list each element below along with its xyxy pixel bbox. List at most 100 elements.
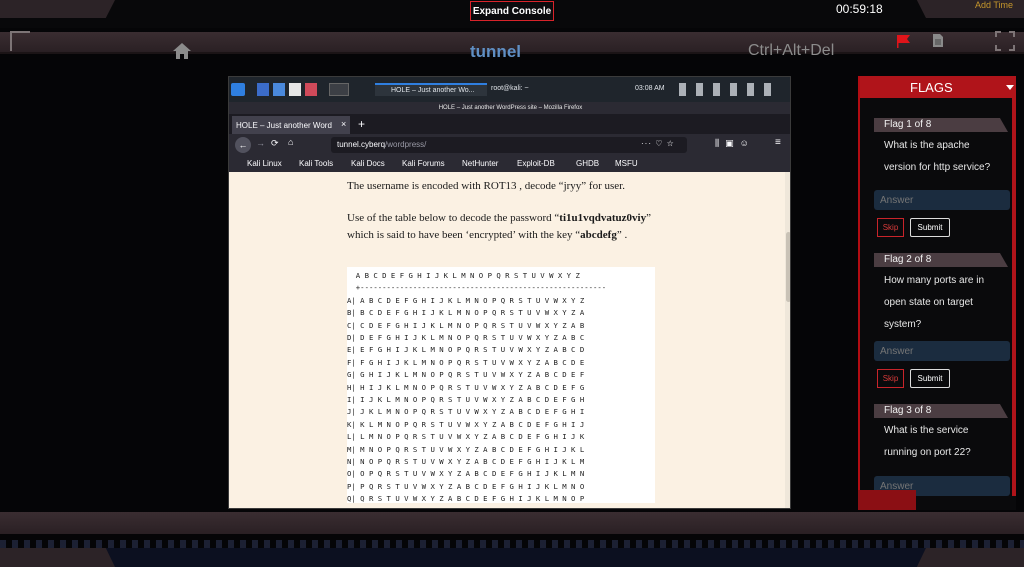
hint-text: Use of the table below to decode the pas… (347, 212, 560, 224)
flag-1-skip-button[interactable]: Skip (877, 218, 904, 237)
bookmark-nethunter[interactable]: NetHunter (462, 159, 498, 168)
table-row: G| G H I J K L M N O P Q R S T U V W X Y… (347, 370, 585, 380)
url-domain: tunnel.cyberq (337, 140, 386, 149)
page-actions-icon[interactable]: ··· ♡ ☆ (641, 139, 675, 148)
terminal-icon[interactable] (289, 83, 301, 96)
flag-2-skip-button[interactable]: Skip (877, 369, 904, 388)
bottom-left-accent (0, 548, 115, 567)
question-line: open state on target (884, 297, 973, 308)
hint-text: ” . (616, 229, 628, 241)
table-row: N| N O P Q R S T U V W X Y Z A B C D E F… (347, 457, 585, 466)
reload-icon[interactable]: ⟳ (271, 138, 279, 149)
question-line: system? (884, 319, 922, 330)
flags-header[interactable]: FLAGS (860, 76, 1016, 98)
table-row: P| P Q R S T U V W X Y Z A B C D E F G H… (347, 481, 585, 491)
rot13-hint: The username is encoded with ROT13 , dec… (347, 180, 625, 192)
page-scrollbar[interactable] (785, 172, 790, 508)
taskbar-firefox[interactable]: HOLE – Just another Wo... (375, 83, 487, 96)
show-desktop-icon[interactable] (257, 83, 269, 96)
bookmark-kali-docs[interactable]: Kali Docs (351, 159, 385, 168)
table-row: L| L M N O P Q R S T U V W X Y Z A B C D… (347, 432, 585, 442)
kali-menu-icon[interactable] (231, 83, 245, 96)
bookmark-kali-linux[interactable]: Kali Linux (247, 159, 282, 168)
question-line: What is the apache (884, 140, 970, 151)
fullscreen-icon-left[interactable] (10, 31, 30, 51)
table-row: D| D E F G H I J K L M N O P Q R S T U V… (347, 333, 585, 342)
sidebar-bottom-accent (858, 490, 916, 510)
ctrl-alt-del-button[interactable]: Ctrl+Alt+Del (748, 42, 834, 60)
url-path: /wordpress/ (385, 140, 427, 149)
flag-2-label: Flag 2 of 8 (874, 253, 1008, 267)
table-row: Q| Q R S T U V W X Y Z A B C D E F G H I… (347, 494, 585, 503)
page-content: The username is encoded with ROT13 , dec… (229, 172, 785, 508)
bookmark-ghdb[interactable]: GHDB (576, 159, 599, 168)
fullscreen-icon[interactable] (995, 31, 1015, 51)
bottom-right-accent (916, 548, 1024, 567)
app-icon[interactable] (305, 83, 317, 96)
table-row: E| E F G H I J K L M N O P Q R S T U V W… (347, 345, 585, 355)
top-left-accent (0, 0, 115, 18)
countdown-timer: 00:59:18 (836, 2, 883, 16)
flag-1-question: What is the apache version for http servi… (884, 135, 1010, 179)
forward-icon[interactable]: → (256, 138, 265, 148)
toolbar-icons[interactable]: ⫼▣☺ (715, 138, 755, 149)
footer-pattern (0, 540, 1024, 548)
url-bar[interactable]: tunnel.cyberq/wordpress/ (331, 137, 687, 153)
footer-base (0, 548, 1024, 567)
tray-icons[interactable] (679, 83, 779, 96)
footer-band (0, 512, 1024, 534)
home-icon[interactable] (172, 42, 192, 60)
flag-icon[interactable] (896, 34, 912, 48)
flag-1-label: Flag 1 of 8 (874, 118, 1008, 132)
table-row: O| O P Q R S T U V W X Y Z A B C D E F G… (347, 469, 585, 479)
dropdown-caret-icon[interactable] (1006, 85, 1014, 90)
encoded-password: ti1u1vqdvatuz0viy (559, 212, 647, 224)
table-row: M| M N O P Q R S T U V W X Y Z A B C D E… (347, 444, 585, 454)
table-header: A B C D E F G H I J K L M N O P Q R S T … (347, 271, 580, 280)
question-line: How many ports are in (884, 275, 985, 286)
table-row: J| J K L M N O P Q R S T U V W X Y Z A B… (347, 407, 585, 417)
hint-text: ” (646, 212, 651, 224)
vm-screen[interactable]: HOLE – Just another Wo... root@kali: ~ 0… (228, 76, 791, 509)
flag-3-question: What is the service running on port 22? (884, 420, 1010, 464)
key-hint: which is said to have been ‘encrypted’ w… (347, 229, 627, 241)
table-row: K| K L M N O P Q R S T U V W X Y Z A B C… (347, 419, 585, 429)
flags-sidebar: FLAGS Flag 1 of 8 What is the apache vers… (858, 76, 1016, 510)
table-row: A| A B C D E F G H I J K L M N O P Q R S… (347, 295, 585, 305)
firefox-titlebar: HOLE – Just another WordPress site – Moz… (229, 102, 790, 114)
bookmark-kali-forums[interactable]: Kali Forums (402, 159, 445, 168)
question-line: What is the service (884, 425, 969, 436)
vigenere-table: A B C D E F G H I J K L M N O P Q R S T … (347, 267, 655, 503)
sidebar-scrollbar[interactable] (1012, 96, 1016, 496)
firefox-launcher-icon[interactable] (329, 83, 349, 96)
question-line: running on port 22? (884, 447, 971, 458)
back-icon[interactable]: ← (235, 137, 251, 153)
flag-2-answer-input[interactable] (874, 341, 1010, 361)
table-row: H| H I J K L M N O P Q R S T U V W X Y Z… (347, 382, 585, 392)
table-row: C| C D E F G H I J K L M N O P Q R S T U… (347, 320, 585, 330)
document-icon[interactable] (932, 33, 944, 48)
home-browser-icon[interactable]: ⌂ (288, 137, 293, 147)
bookmark-msfu[interactable]: MSFU (615, 159, 638, 168)
bookmark-exploit-db[interactable]: Exploit-DB (517, 159, 555, 168)
new-tab-icon[interactable]: + (358, 117, 365, 131)
flag-1-answer-input[interactable] (874, 190, 1010, 210)
menu-icon[interactable]: ≡ (775, 137, 781, 148)
expand-console-button[interactable]: Expand Console (470, 1, 554, 21)
password-hint: Use of the table below to decode the pas… (347, 212, 651, 224)
question-line: version for http service? (884, 162, 991, 173)
close-tab-icon[interactable]: × (341, 119, 346, 129)
cipher-key: abcdefg (580, 229, 617, 241)
bookmark-kali-tools[interactable]: Kali Tools (299, 159, 333, 168)
browser-tab[interactable]: HOLE – Just another Word (232, 116, 350, 134)
taskbar-terminal[interactable]: root@kali: ~ (491, 83, 581, 96)
flag-2-submit-button[interactable]: Submit (910, 369, 950, 388)
files-icon[interactable] (273, 83, 285, 96)
bookmarks-bar: Kali Linux Kali Tools Kali Docs Kali For… (229, 156, 790, 172)
flag-1-submit-button[interactable]: Submit (910, 218, 950, 237)
add-time-link[interactable]: Add Time (975, 0, 1013, 10)
scrollbar-thumb[interactable] (786, 232, 790, 302)
clock: 03:08 AM (635, 85, 665, 92)
flag-3-label: Flag 3 of 8 (874, 404, 1008, 418)
machine-title: tunnel (470, 42, 521, 61)
